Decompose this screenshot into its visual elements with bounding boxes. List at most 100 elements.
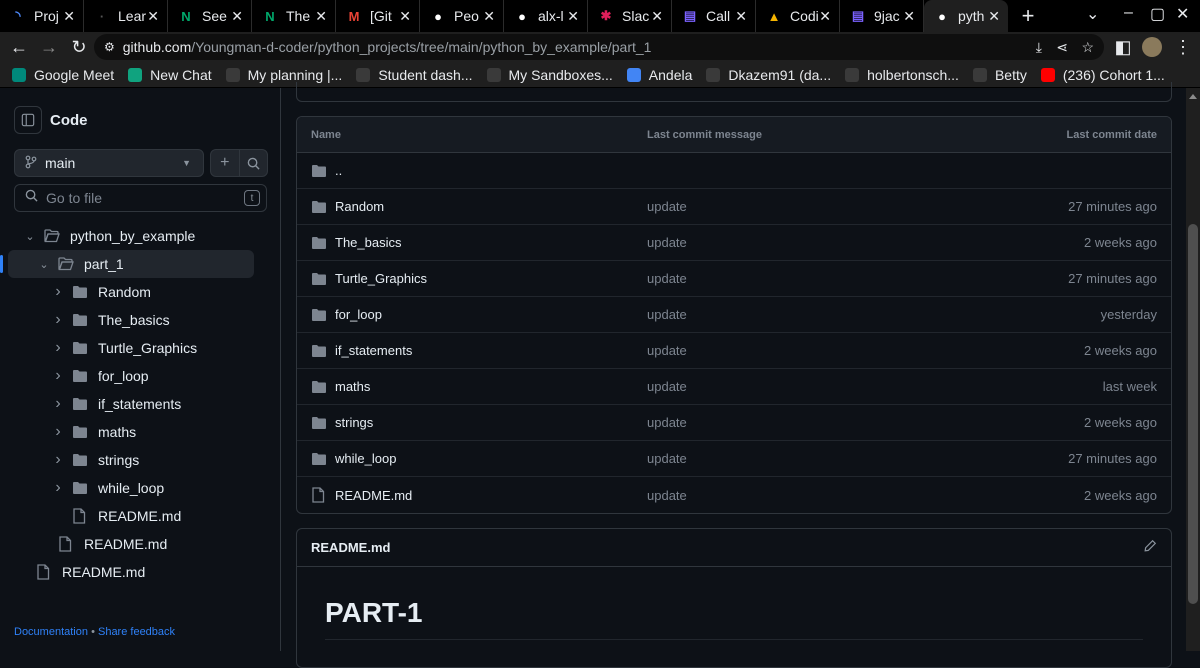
tree-item[interactable]: › strings	[0, 446, 281, 474]
file-name-link[interactable]: for_loop	[335, 307, 382, 322]
documentation-link[interactable]: Documentation	[14, 626, 88, 638]
chevron-down-icon[interactable]: ⌄	[36, 258, 52, 271]
bookmark-item[interactable]: Andela	[626, 67, 692, 83]
file-name-link[interactable]: The_basics	[335, 235, 401, 250]
tab-search-icon[interactable]: ⌄	[1086, 4, 1099, 24]
close-window-icon[interactable]: ✕	[1176, 4, 1189, 24]
edit-pencil-icon[interactable]	[1143, 539, 1157, 556]
tree-item[interactable]: ⌄ python_by_example	[0, 222, 281, 250]
go-to-file-input[interactable]	[46, 190, 226, 206]
close-tab-icon[interactable]: ✕	[651, 8, 663, 25]
forward-icon[interactable]: →	[34, 32, 64, 62]
chevron-right-icon[interactable]: ›	[50, 283, 66, 301]
chevron-right-icon[interactable]: ›	[50, 311, 66, 329]
commit-message-link[interactable]: update	[647, 235, 997, 250]
tree-item[interactable]: README.md	[0, 558, 281, 586]
file-name-cell[interactable]: The_basics	[297, 235, 647, 250]
tree-item[interactable]: › for_loop	[0, 362, 281, 390]
tree-item[interactable]: ⌄ part_1	[0, 250, 254, 278]
close-tab-icon[interactable]: ✕	[63, 8, 75, 25]
browser-tab[interactable]: M [Git ✕	[336, 0, 420, 32]
close-tab-icon[interactable]: ✕	[147, 8, 159, 25]
share-icon[interactable]: ⋖	[1056, 39, 1068, 56]
commit-message-link[interactable]: update	[647, 451, 997, 466]
table-row[interactable]: README.md update 2 weeks ago	[297, 477, 1171, 513]
chevron-right-icon[interactable]: ›	[50, 339, 66, 357]
browser-tab[interactable]: ✱ Slac ✕	[588, 0, 672, 32]
close-tab-icon[interactable]: ✕	[567, 8, 579, 25]
table-row[interactable]: ..	[297, 153, 1171, 189]
bookmark-item[interactable]: Dkazem91 (da...	[706, 67, 831, 83]
tree-item[interactable]: › maths	[0, 418, 281, 446]
browser-tab[interactable]: ◝ Proj ✕	[0, 0, 84, 32]
tree-item[interactable]: › while_loop	[0, 474, 281, 502]
table-row[interactable]: Random update 27 minutes ago	[297, 189, 1171, 225]
reload-icon[interactable]: ↻	[64, 32, 94, 62]
table-row[interactable]: Turtle_Graphics update 27 minutes ago	[297, 261, 1171, 297]
tree-item[interactable]: README.md	[0, 530, 281, 558]
close-tab-icon[interactable]: ✕	[483, 8, 495, 25]
tree-item[interactable]: › Turtle_Graphics	[0, 334, 281, 362]
new-tab-button[interactable]: +	[1008, 0, 1048, 32]
bookmark-item[interactable]: Student dash...	[356, 67, 473, 83]
file-name-link[interactable]: README.md	[335, 488, 412, 503]
file-name-cell[interactable]: README.md	[297, 487, 647, 503]
tree-item[interactable]: › if_statements	[0, 390, 281, 418]
close-tab-icon[interactable]: ✕	[399, 8, 411, 25]
browser-tab[interactable]: N See ✕	[168, 0, 252, 32]
commit-message-link[interactable]: update	[647, 379, 997, 394]
file-name-cell[interactable]: maths	[297, 379, 647, 394]
browser-tab[interactable]: ▲ Codi ✕	[756, 0, 840, 32]
file-name-link[interactable]: strings	[335, 415, 373, 430]
tree-item[interactable]: › The_basics	[0, 306, 281, 334]
chevron-right-icon[interactable]: ›	[50, 423, 66, 441]
collapse-sidebar-icon[interactable]	[14, 106, 42, 134]
table-row[interactable]: The_basics update 2 weeks ago	[297, 225, 1171, 261]
browser-tab[interactable]: ● Peo ✕	[420, 0, 504, 32]
browser-tab[interactable]: ▤ 9jac ✕	[840, 0, 924, 32]
file-name-cell[interactable]: strings	[297, 415, 647, 430]
chevron-right-icon[interactable]: ›	[50, 451, 66, 469]
add-file-button[interactable]: +	[211, 150, 240, 176]
browser-tab[interactable]: · Lear ✕	[84, 0, 168, 32]
commit-message-link[interactable]: update	[647, 307, 997, 322]
file-name-link[interactable]: while_loop	[335, 451, 396, 466]
site-info-icon[interactable]: ⚙	[104, 40, 115, 54]
browser-tab[interactable]: N The ✕	[252, 0, 336, 32]
tree-item[interactable]: › Random	[0, 278, 281, 306]
menu-icon[interactable]: ⋮	[1168, 32, 1198, 62]
chevron-right-icon[interactable]: ›	[50, 395, 66, 413]
back-icon[interactable]: ←	[4, 32, 34, 62]
bookmark-star-icon[interactable]: ☆	[1081, 39, 1094, 56]
table-row[interactable]: for_loop update yesterday	[297, 297, 1171, 333]
file-name-link[interactable]: maths	[335, 379, 370, 394]
table-row[interactable]: strings update 2 weeks ago	[297, 405, 1171, 441]
bookmark-item[interactable]: Google Meet	[12, 67, 114, 83]
file-name-cell[interactable]: Turtle_Graphics	[297, 271, 647, 286]
chevron-right-icon[interactable]: ›	[50, 367, 66, 385]
file-name-cell[interactable]: Random	[297, 199, 647, 214]
branch-selector[interactable]: main ▼	[14, 149, 204, 177]
close-tab-icon[interactable]: ✕	[231, 8, 243, 25]
table-row[interactable]: while_loop update 27 minutes ago	[297, 441, 1171, 477]
commit-message-link[interactable]: update	[647, 271, 997, 286]
chevron-down-icon[interactable]: ⌄	[22, 230, 38, 243]
side-panel-icon[interactable]: ◧	[1108, 32, 1138, 62]
file-name-link[interactable]: Turtle_Graphics	[335, 271, 427, 286]
go-to-file-field[interactable]: t	[14, 184, 267, 212]
browser-tab[interactable]: ● pyth ✕	[924, 0, 1008, 32]
bookmark-item[interactable]: New Chat	[128, 67, 212, 83]
bookmark-item[interactable]: My Sandboxes...	[486, 67, 613, 83]
scrollbar-thumb[interactable]	[1188, 224, 1198, 604]
file-name-link[interactable]: if_statements	[335, 343, 412, 358]
file-name-cell[interactable]: while_loop	[297, 451, 647, 466]
scroll-up-arrow-icon[interactable]	[1189, 94, 1197, 99]
share-feedback-link[interactable]: Share feedback	[98, 626, 175, 638]
search-button[interactable]	[240, 150, 268, 176]
file-name-cell[interactable]: ..	[297, 163, 647, 178]
table-row[interactable]: maths update last week	[297, 369, 1171, 405]
tree-item[interactable]: README.md	[0, 502, 281, 530]
page-scrollbar[interactable]	[1186, 88, 1200, 651]
browser-tab[interactable]: ▤ Call ✕	[672, 0, 756, 32]
close-tab-icon[interactable]: ✕	[315, 8, 327, 25]
